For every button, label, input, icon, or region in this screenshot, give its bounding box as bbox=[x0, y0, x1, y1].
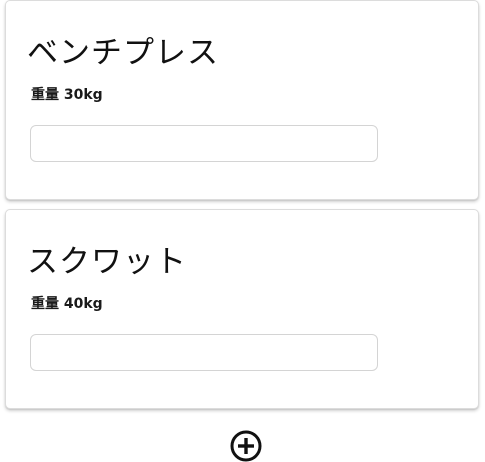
add-exercise-button[interactable] bbox=[229, 429, 263, 462]
exercise-input[interactable] bbox=[30, 334, 378, 371]
exercise-weight: 重量 40kg bbox=[31, 296, 103, 312]
exercise-title: スクワット bbox=[27, 244, 187, 280]
plus-circle-icon bbox=[229, 429, 263, 462]
exercise-title: ベンチプレス bbox=[27, 35, 219, 71]
exercise-weight: 重量 30kg bbox=[31, 87, 103, 103]
exercise-card: スクワット 重量 40kg bbox=[5, 209, 479, 409]
exercise-input[interactable] bbox=[30, 125, 378, 162]
exercise-card: ベンチプレス 重量 30kg bbox=[5, 0, 479, 200]
